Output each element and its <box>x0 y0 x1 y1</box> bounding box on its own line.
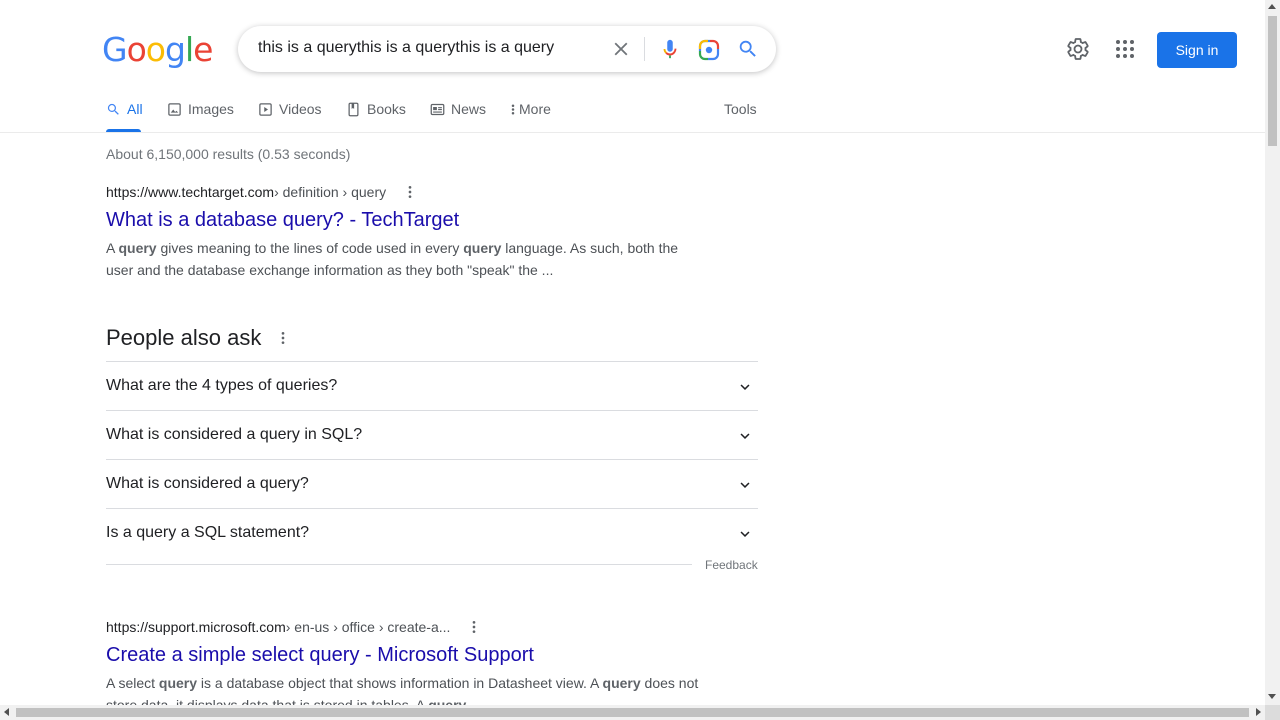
microphone-icon[interactable] <box>659 37 681 61</box>
more-options-icon[interactable] <box>275 330 291 346</box>
tabs-divider <box>0 132 1265 133</box>
vertical-scrollbar[interactable] <box>1265 0 1280 705</box>
video-icon <box>259 102 272 116</box>
clear-icon[interactable] <box>610 38 632 60</box>
logo-letter: g <box>164 30 186 69</box>
tab-label: Images <box>188 101 234 117</box>
snippet-highlight: query <box>602 675 641 691</box>
scrollbar-corner <box>1265 705 1280 720</box>
result-snippet: A query gives meaning to the lines of co… <box>106 237 701 281</box>
snippet-text: A select <box>106 675 159 691</box>
result-title-link[interactable]: Create a simple select query - Microsoft… <box>106 644 726 667</box>
logo-letter: l <box>184 30 194 69</box>
search-result: https://www.techtarget.com › definition … <box>106 184 726 281</box>
tools-button[interactable]: Tools <box>724 101 757 117</box>
snippet-text: is a database object that shows informat… <box>197 675 603 691</box>
search-icon[interactable] <box>737 38 759 60</box>
scroll-down-arrow-icon[interactable] <box>1268 694 1276 699</box>
result-url[interactable]: https://www.techtarget.com › definition … <box>106 184 726 200</box>
sign-in-button[interactable]: Sign in <box>1157 32 1237 68</box>
search-result: https://support.microsoft.com › en-us › … <box>106 619 726 716</box>
book-icon <box>348 102 359 116</box>
tab-label: Books <box>367 101 406 117</box>
scroll-up-arrow-icon[interactable] <box>1268 4 1276 9</box>
settings-gear-icon[interactable] <box>1066 37 1090 61</box>
paa-question-text: What is considered a query? <box>106 475 309 492</box>
more-vert-icon <box>511 104 515 114</box>
logo-letter: G <box>102 30 128 69</box>
feedback-link[interactable]: Feedback <box>705 558 758 572</box>
vertical-scroll-thumb[interactable] <box>1268 16 1277 146</box>
people-also-ask-heading: People also ask <box>106 325 291 351</box>
paa-question-text: What are the 4 types of queries? <box>106 377 338 394</box>
chevron-down-icon <box>740 433 750 439</box>
logo-letter: o <box>145 30 166 69</box>
result-url[interactable]: https://support.microsoft.com › en-us › … <box>106 619 726 635</box>
paa-question[interactable]: Is a query a SQL statement? <box>106 508 758 557</box>
search-divider <box>644 37 645 61</box>
scroll-right-arrow-icon[interactable] <box>1256 708 1261 716</box>
snippet-highlight: query <box>463 240 502 256</box>
result-title-link[interactable]: What is a database query? - TechTarget <box>106 209 726 232</box>
paa-title: People also ask <box>106 325 262 350</box>
tab-videos[interactable]: Videos <box>258 98 322 120</box>
tab-images[interactable]: Images <box>167 98 234 120</box>
tab-label: Videos <box>279 101 322 117</box>
paa-divider <box>106 564 692 565</box>
tab-label: News <box>451 101 487 117</box>
logo-letter: o <box>126 30 147 69</box>
paa-question[interactable]: What is considered a query? <box>106 459 758 508</box>
tab-label: More <box>519 101 551 117</box>
result-path: › en-us › office › create-a... <box>285 619 451 635</box>
tab-news[interactable]: News <box>430 98 486 120</box>
horizontal-scroll-thumb[interactable] <box>16 708 1249 717</box>
paa-question-text: Is a query a SQL statement? <box>106 524 310 541</box>
more-options-icon[interactable] <box>402 184 418 200</box>
tab-books[interactable]: Books <box>346 98 406 120</box>
google-logo[interactable]: Google <box>102 30 213 69</box>
paa-question-text: What is considered a query in SQL? <box>106 426 363 443</box>
paa-question[interactable]: What are the 4 types of queries? <box>106 361 758 410</box>
logo-letter: e <box>193 30 213 69</box>
paa-question[interactable]: What is considered a query in SQL? <box>106 410 758 459</box>
chevron-down-icon <box>740 482 750 488</box>
snippet-text: A <box>106 240 119 256</box>
tab-more[interactable]: More <box>510 98 551 120</box>
chevron-down-icon <box>740 531 750 537</box>
image-icon <box>168 102 181 116</box>
horizontal-scrollbar[interactable] <box>0 705 1265 720</box>
result-stats: About 6,150,000 results (0.53 seconds) <box>106 146 351 162</box>
snippet-highlight: query <box>118 240 157 256</box>
result-domain: https://www.techtarget.com <box>106 184 275 200</box>
search-icon <box>107 103 119 115</box>
scroll-left-arrow-icon[interactable] <box>4 708 9 716</box>
more-options-icon[interactable] <box>466 619 482 635</box>
snippet-highlight: query <box>158 675 198 691</box>
result-domain: https://support.microsoft.com <box>106 619 286 635</box>
apps-grid-icon[interactable] <box>1113 37 1137 61</box>
search-box[interactable]: this is a querythis is a querythis is a … <box>238 26 776 72</box>
tab-label: All <box>127 101 143 117</box>
chevron-down-icon <box>740 384 750 390</box>
lens-camera-icon[interactable] <box>697 38 721 62</box>
news-icon <box>430 103 445 115</box>
snippet-text: gives meaning to the lines of code used … <box>156 240 464 256</box>
result-path: › definition › query <box>274 184 387 200</box>
search-input[interactable]: this is a querythis is a querythis is a … <box>258 39 554 57</box>
tab-all[interactable]: All <box>106 98 143 120</box>
people-also-ask-list: What are the 4 types of queries? What is… <box>106 361 758 557</box>
